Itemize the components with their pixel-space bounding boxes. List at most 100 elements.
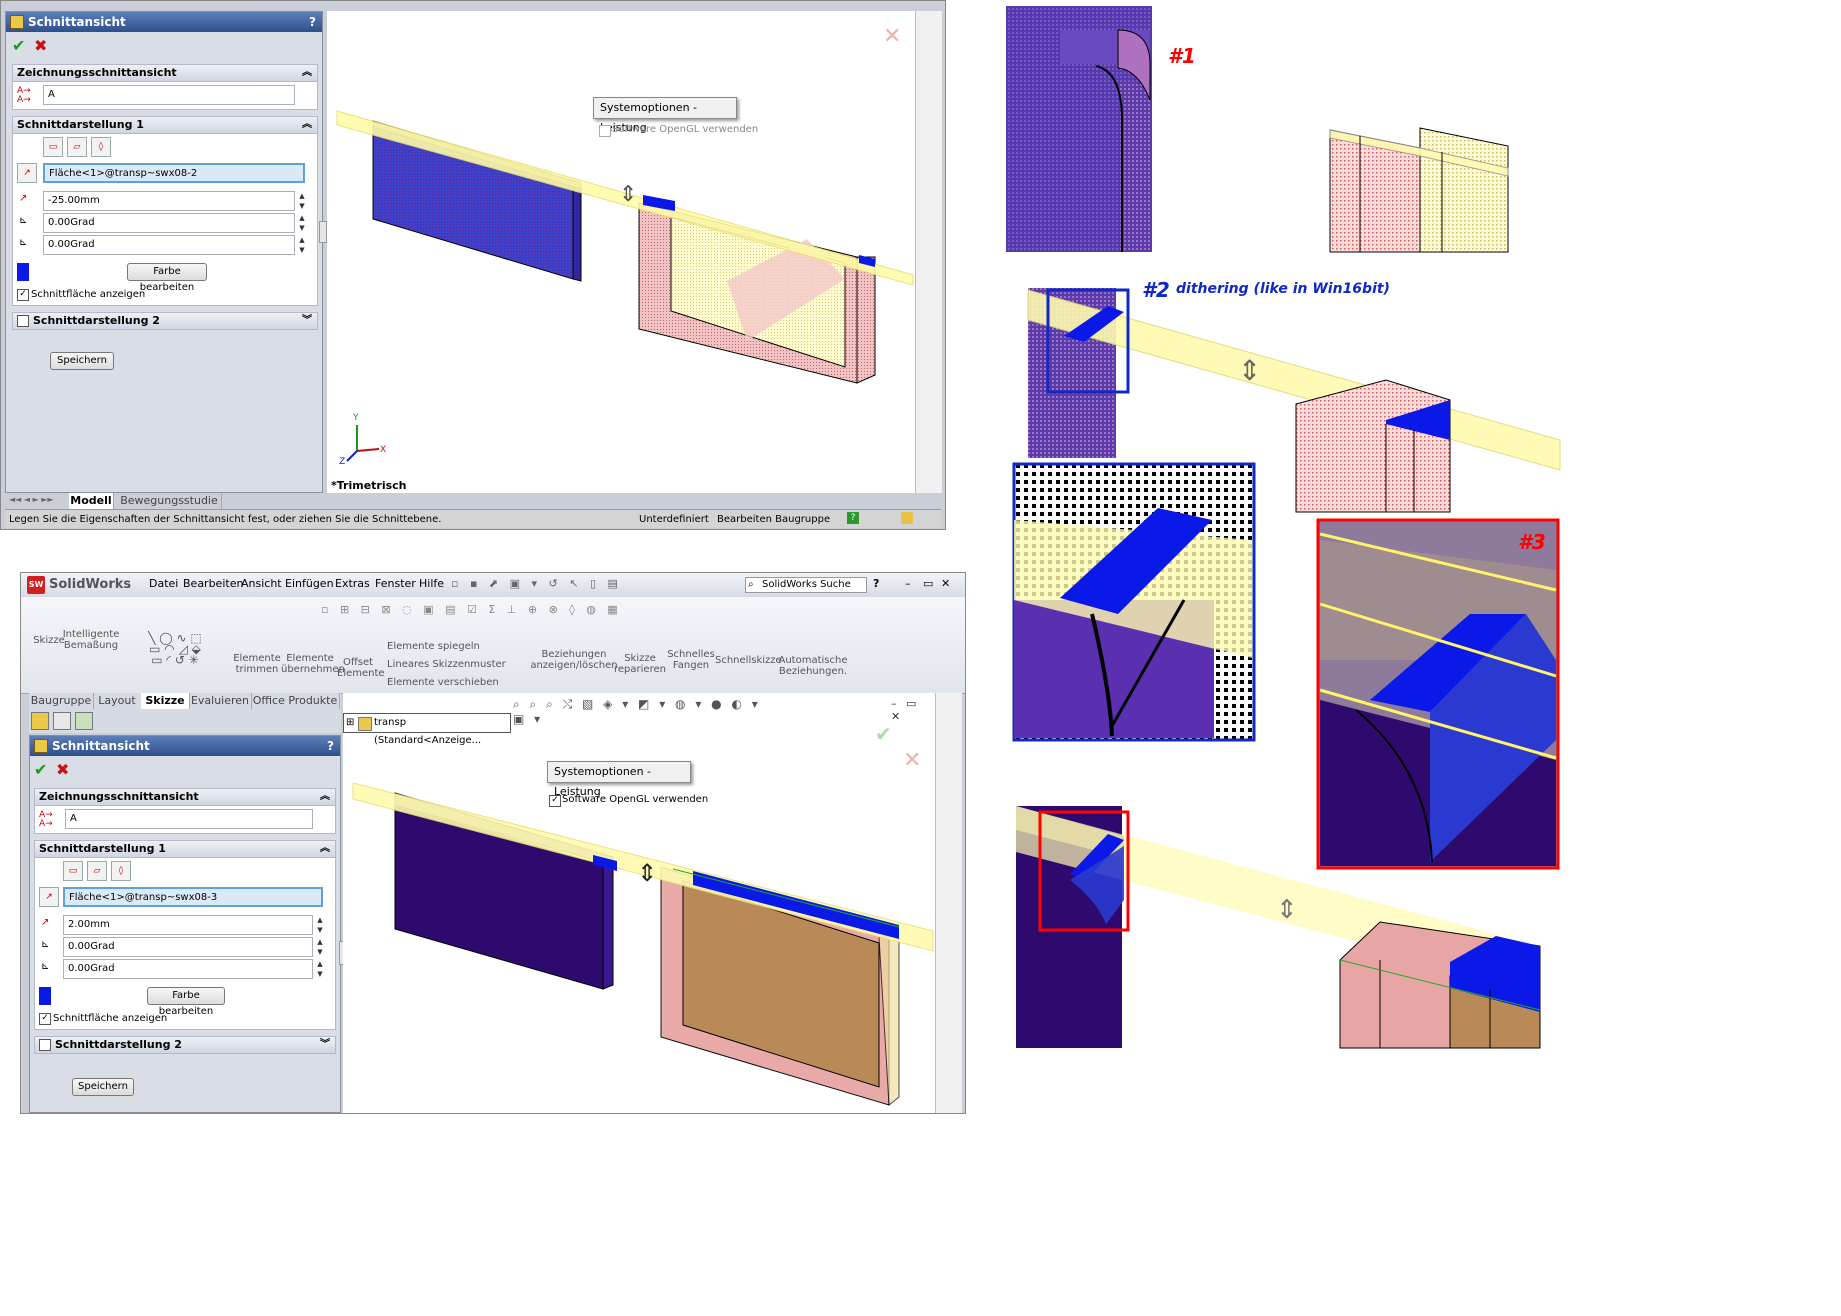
cancel-x-icon[interactable]: ✖ <box>34 36 47 55</box>
ok-check-icon[interactable]: ✔ <box>12 36 25 55</box>
show-face-checkbox[interactable]: ✓ <box>39 1013 51 1025</box>
angle-y-spinner[interactable]: ▲ ▼ <box>315 959 325 979</box>
menu-datei[interactable]: Datei <box>149 573 178 595</box>
menu-hilfe[interactable]: Hilfe <box>419 573 444 595</box>
tool-auto-relations[interactable]: Automatische Beziehungen. <box>773 655 853 677</box>
tab-model[interactable]: Modell <box>69 493 114 509</box>
show-face-checkbox[interactable]: ✓ <box>17 289 29 301</box>
menu-ansicht[interactable]: Ansicht <box>241 573 282 595</box>
sketch-entity-grid[interactable]: ╲ ◯ ∿ ⬚ ▭ ◠ ◿ ⬙ ▭ ◜ ↺ ✳ <box>125 632 225 666</box>
tool-trim[interactable]: Elemente trimmen <box>233 653 281 675</box>
bottom-viewport[interactable]: ⌕ ⌕ ⌕ ⤭ ▧ ◈ ▾ ◩ ▾ ◍ ▾ ● ◐ ▾ ▣ ▾ – ▭ ✕ ⊞ … <box>343 693 935 1113</box>
tag-icon[interactable] <box>901 512 913 524</box>
tool-convert[interactable]: Elemente übernehmen <box>281 653 345 675</box>
minimize-icon[interactable]: – <box>905 573 911 595</box>
tab-sketch[interactable]: Skizze <box>141 693 190 709</box>
collapse-chevron-icon[interactable]: ︽ <box>320 789 330 805</box>
menu-bearbeiten[interactable]: Bearbeiten <box>183 573 243 595</box>
tool-mirror[interactable]: Elemente spiegeln <box>387 641 547 652</box>
edit-color-button[interactable]: Farbe bearbeiten <box>147 987 225 1017</box>
section2-checkbox[interactable] <box>17 315 29 327</box>
help-button[interactable]: ? <box>309 12 316 32</box>
distance-spinner[interactable]: ▲ ▼ <box>315 915 325 935</box>
edit-color-button[interactable]: Farbe bearbeiten <box>127 263 207 293</box>
group-header[interactable]: Schnittdarstellung 2 ︾ <box>13 313 317 330</box>
section-type-face-icon[interactable]: ▱ <box>67 137 87 157</box>
tab-nav-arrows[interactable]: ◄◄ ◄ ► ►► <box>9 495 65 507</box>
distance-input[interactable]: 2.00mm <box>63 915 313 935</box>
tool-relations[interactable]: Beziehungen anzeigen/löschen <box>529 649 619 671</box>
save-button[interactable]: Speichern <box>72 1078 134 1096</box>
help-status-icon[interactable]: ? <box>847 512 859 524</box>
solidworks-logo[interactable]: SW SolidWorks <box>27 576 133 594</box>
angle-y-input[interactable]: 0.00Grad <box>63 959 313 979</box>
section-type-side-icon[interactable]: ◊ <box>91 137 111 157</box>
reverse-direction-icon[interactable]: ↗ <box>17 163 37 183</box>
tool-quick-sketch[interactable]: Schnellskizze <box>715 655 782 666</box>
label-input[interactable]: A <box>43 85 295 105</box>
tool-repair[interactable]: Skizze reparieren <box>613 653 667 675</box>
cancel-x-icon[interactable]: ✖ <box>56 760 69 779</box>
group-header[interactable]: Schnittdarstellung 2 ︾ <box>35 1037 335 1054</box>
ok-check-icon[interactable]: ✔ <box>34 760 47 779</box>
expand-chevron-icon[interactable]: ︾ <box>302 313 312 329</box>
section-face-input[interactable]: Fläche<1>@transp~swx08-3 <box>63 887 323 907</box>
help-question-icon[interactable]: ? <box>873 573 879 595</box>
menu-extras[interactable]: Extras <box>335 573 370 595</box>
section-color-swatch[interactable] <box>17 263 29 281</box>
restore-icon[interactable]: ▭ <box>923 573 933 595</box>
tool-move[interactable]: Elemente verschieben <box>387 677 547 688</box>
close-x-icon[interactable]: ✕ <box>903 748 921 773</box>
tab-motion-study[interactable]: Bewegungsstudie 1 <box>117 493 222 523</box>
section2-checkbox[interactable] <box>39 1039 51 1051</box>
close-window-icon[interactable]: ✕ <box>941 573 950 595</box>
top-viewport[interactable]: ⇕ ✕ Y X Z *Trimetrisch Systemoptionen - … <box>327 11 915 493</box>
section-type-plane-icon[interactable]: ▭ <box>43 137 63 157</box>
tool-pattern[interactable]: Lineares Skizzenmuster <box>387 659 547 670</box>
top-scrollbar[interactable] <box>915 11 942 493</box>
section-color-swatch[interactable] <box>39 987 51 1005</box>
section-type-plane-icon[interactable]: ▭ <box>63 861 83 881</box>
tab-office[interactable]: Office Produkte <box>251 693 340 709</box>
search-box[interactable]: ⌕ SolidWorks Suche <box>745 577 867 593</box>
collapse-chevron-icon[interactable]: ︽ <box>302 65 312 81</box>
section-type-side-icon[interactable]: ◊ <box>111 861 131 881</box>
section-type-face-icon[interactable]: ▱ <box>87 861 107 881</box>
angle-x-spinner[interactable]: ▲ ▼ <box>315 937 325 957</box>
tool-offset[interactable]: Offset Elemente <box>337 657 385 679</box>
property-manager-icon[interactable] <box>53 712 71 730</box>
tab-layout[interactable]: Layout <box>93 693 142 709</box>
splitter-handle[interactable] <box>319 221 327 243</box>
drag-handle-icon[interactable]: ⇕ <box>637 859 657 887</box>
feature-tree-icon[interactable] <box>31 712 49 730</box>
angle-x-spinner[interactable]: ▲ ▼ <box>297 213 307 233</box>
quick-access-toolbar[interactable]: ▫ ▪ ⬈ ▣ ▾ ↺ ↖ ▯ ▤ <box>451 577 741 593</box>
opengl-checkbox[interactable] <box>599 125 611 137</box>
config-manager-icon[interactable] <box>75 712 93 730</box>
confirm-check-icon[interactable]: ✔ <box>875 722 892 746</box>
reverse-direction-icon[interactable]: ↗ <box>39 887 59 907</box>
angle-x-input[interactable]: 0.00Grad <box>63 937 313 957</box>
group-header[interactable]: Zeichnungsschnittansicht ︽ <box>35 789 335 806</box>
menu-fenster[interactable]: Fenster <box>375 573 416 595</box>
angle-y-input[interactable]: 0.00Grad <box>43 235 295 255</box>
section-face-input[interactable]: Fläche<1>@transp~swx08-2 <box>43 163 305 183</box>
group-header[interactable]: Schnittdarstellung 1 ︽ <box>35 841 335 858</box>
angle-y-spinner[interactable]: ▲ ▼ <box>297 235 307 255</box>
help-button[interactable]: ? <box>327 736 334 756</box>
group-header[interactable]: Zeichnungsschnittansicht ︽ <box>13 65 317 82</box>
tool-quick-snap[interactable]: Schnelles Fangen <box>663 649 719 671</box>
tool-smart-dimension[interactable]: Intelligente Bemaßung <box>61 629 121 651</box>
bottom-scrollbar[interactable] <box>935 693 962 1113</box>
distance-spinner[interactable]: ▲ ▼ <box>297 191 307 211</box>
expand-chevron-icon[interactable]: ︾ <box>320 1037 330 1053</box>
collapse-chevron-icon[interactable]: ︽ <box>302 117 312 133</box>
label-input[interactable]: A <box>65 809 313 829</box>
save-button[interactable]: Speichern <box>50 352 114 370</box>
collapse-chevron-icon[interactable]: ︽ <box>320 841 330 857</box>
opengl-checkbox[interactable]: ✓ <box>549 795 561 807</box>
angle-x-input[interactable]: 0.00Grad <box>43 213 295 233</box>
group-header[interactable]: Schnittdarstellung 1 ︽ <box>13 117 317 134</box>
tab-assembly[interactable]: Baugruppe <box>29 693 94 709</box>
menu-einfuegen[interactable]: Einfügen <box>285 573 334 595</box>
